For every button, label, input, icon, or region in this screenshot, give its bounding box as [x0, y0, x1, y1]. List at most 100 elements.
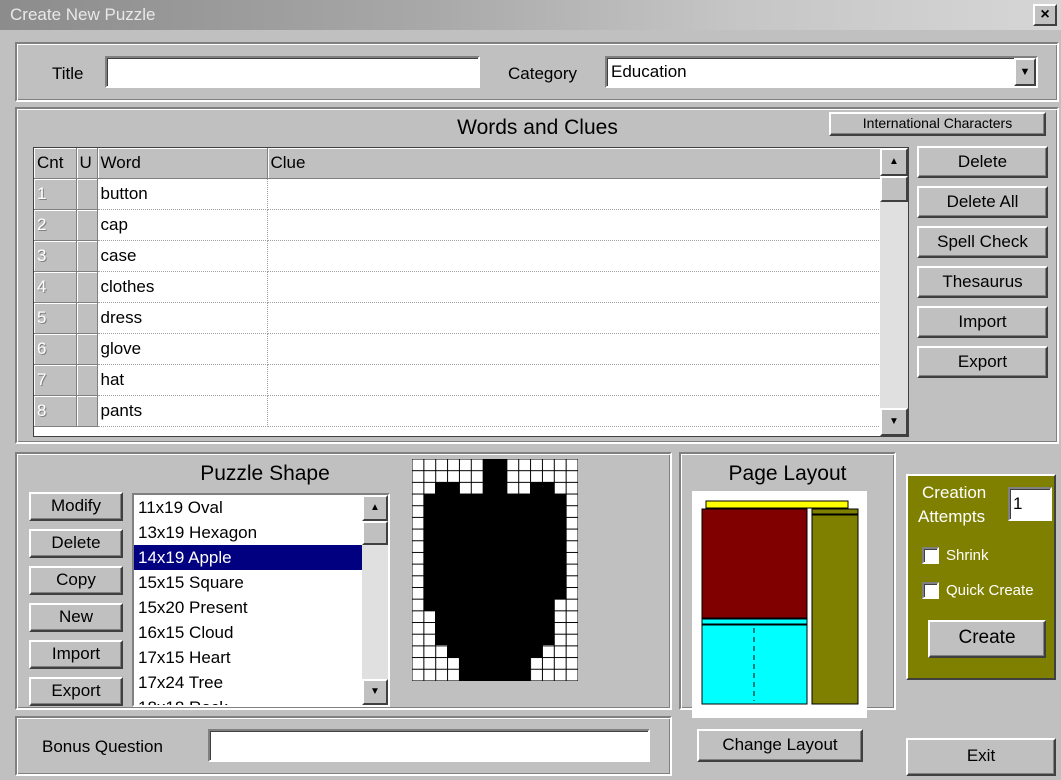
clue-cell[interactable] — [267, 395, 881, 427]
row-u-flag[interactable] — [76, 240, 98, 272]
word-cell[interactable]: hat — [97, 364, 268, 396]
delete-shape-button[interactable]: Delete — [29, 529, 123, 558]
scroll-thumb[interactable] — [880, 176, 908, 202]
table-row[interactable]: 6 glove — [34, 333, 881, 365]
title-bar: Create New Puzzle — [0, 0, 1061, 30]
shape-list-item[interactable]: 15x20 Present — [134, 595, 362, 620]
import-shape-button[interactable]: Import — [29, 640, 123, 669]
table-row[interactable]: 5 dress — [34, 302, 881, 334]
copy-shape-label: Copy — [56, 570, 96, 589]
row-count: 1 — [34, 178, 77, 210]
clue-cell[interactable] — [267, 240, 881, 272]
create-button[interactable]: Create — [928, 620, 1046, 658]
row-u-flag[interactable] — [76, 333, 98, 365]
shape-scroll-thumb[interactable] — [362, 521, 388, 545]
creation-label: Creation — [922, 483, 987, 502]
title-label: Title — [52, 64, 84, 83]
row-u-flag[interactable] — [76, 178, 98, 210]
arrow-down-icon: ▼ — [889, 416, 899, 427]
word-cell[interactable]: glove — [97, 333, 268, 365]
export-words-button[interactable]: Export — [917, 346, 1048, 378]
shape-list-item[interactable]: 18x18 Rock — [134, 695, 362, 705]
creation-attempts-input[interactable] — [1008, 487, 1052, 521]
import-words-button[interactable]: Import — [917, 306, 1048, 338]
layout-puzzle-area — [701, 508, 808, 619]
delete-shape-label: Delete — [51, 533, 101, 552]
dropdown-button[interactable]: ▼ — [1014, 58, 1036, 86]
title-input[interactable] — [105, 56, 480, 88]
modify-shape-button[interactable]: Modify — [29, 492, 123, 521]
international-characters-button[interactable]: International Characters — [829, 112, 1046, 136]
table-row[interactable]: 1 button — [34, 178, 881, 210]
table-row[interactable]: 3 case — [34, 240, 881, 272]
row-u-flag[interactable] — [76, 271, 98, 303]
spell-check-button[interactable]: Spell Check — [917, 226, 1048, 258]
quick-create-label: Quick Create — [946, 582, 1034, 599]
shrink-checkbox[interactable] — [922, 547, 939, 564]
exit-button[interactable]: Exit — [906, 738, 1056, 776]
copy-shape-button[interactable]: Copy — [29, 566, 123, 595]
close-button[interactable]: × — [1033, 4, 1057, 26]
clue-cell[interactable] — [267, 271, 881, 303]
table-row[interactable]: 4 clothes — [34, 271, 881, 303]
delete-word-button[interactable]: Delete — [917, 146, 1048, 178]
bonus-question-input[interactable] — [208, 729, 650, 762]
change-layout-button[interactable]: Change Layout — [697, 729, 863, 762]
page-layout-preview[interactable] — [692, 491, 867, 718]
column-header-u[interactable]: U — [76, 148, 98, 179]
word-cell[interactable]: pants — [97, 395, 268, 427]
shape-scrollbar[interactable]: ▲ ▼ — [362, 495, 388, 705]
word-cell[interactable]: button — [97, 178, 268, 210]
new-shape-button[interactable]: New — [29, 603, 123, 632]
table-row[interactable]: 8 pants — [34, 395, 881, 427]
category-select[interactable]: Education ▼ — [605, 56, 1038, 88]
words-grid[interactable]: Cnt U Word Clue 1 button 2 cap 3 case 4 clothes… — [33, 147, 909, 437]
shape-list-item[interactable]: 16x15 Cloud — [134, 620, 362, 645]
word-cell[interactable]: dress — [97, 302, 268, 334]
words-scrollbar[interactable]: ▲ ▼ — [880, 148, 908, 436]
row-u-flag[interactable] — [76, 395, 98, 427]
shape-scroll-down-button[interactable]: ▼ — [362, 679, 388, 705]
chevron-down-icon: ▼ — [1019, 66, 1031, 78]
window-title: Create New Puzzle — [10, 5, 156, 24]
row-count: 4 — [34, 271, 77, 303]
clue-cell[interactable] — [267, 333, 881, 365]
shape-list-item[interactable]: 15x15 Square — [134, 570, 362, 595]
word-cell[interactable]: case — [97, 240, 268, 272]
create-label: Create — [958, 627, 1016, 648]
row-u-flag[interactable] — [76, 302, 98, 334]
shape-list[interactable]: 11x19 Oval 13x19 Hexagon 14x19 Apple 15x15 … — [132, 493, 390, 707]
column-header-word[interactable]: Word — [97, 148, 268, 179]
column-header-cnt[interactable]: Cnt — [34, 148, 77, 179]
row-count: 5 — [34, 302, 77, 334]
clue-cell[interactable] — [267, 302, 881, 334]
arrow-up-icon: ▲ — [889, 156, 899, 167]
shape-list-item[interactable]: 17x15 Heart — [134, 645, 362, 670]
word-cell[interactable]: clothes — [97, 271, 268, 303]
export-shape-button[interactable]: Export — [29, 677, 123, 706]
shrink-label: Shrink — [946, 547, 989, 564]
quick-create-checkbox[interactable] — [922, 582, 939, 599]
category-value: Education — [611, 62, 687, 81]
bonus-label: Bonus Question — [42, 737, 163, 756]
shape-list-item[interactable]: 13x19 Hexagon — [134, 520, 362, 545]
row-u-flag[interactable] — [76, 209, 98, 241]
row-u-flag[interactable] — [76, 364, 98, 396]
arrow-down-icon: ▼ — [370, 686, 380, 697]
scroll-up-button[interactable]: ▲ — [880, 148, 908, 176]
word-cell[interactable]: cap — [97, 209, 268, 241]
table-row[interactable]: 2 cap — [34, 209, 881, 241]
shape-list-item[interactable]: 17x24 Tree — [134, 670, 362, 695]
clue-cell[interactable] — [267, 209, 881, 241]
delete-all-button[interactable]: Delete All — [917, 186, 1048, 218]
scroll-down-button[interactable]: ▼ — [880, 408, 908, 436]
words-heading: Words and Clues — [457, 116, 618, 139]
shape-list-item[interactable]: 14x19 Apple — [134, 545, 362, 570]
shape-list-item[interactable]: 11x19 Oval — [134, 495, 362, 520]
shape-scroll-up-button[interactable]: ▲ — [362, 495, 388, 521]
table-row[interactable]: 7 hat — [34, 364, 881, 396]
thesaurus-button[interactable]: Thesaurus — [917, 266, 1048, 298]
clue-cell[interactable] — [267, 364, 881, 396]
clue-cell[interactable] — [267, 178, 881, 210]
column-header-clue[interactable]: Clue — [267, 148, 881, 179]
